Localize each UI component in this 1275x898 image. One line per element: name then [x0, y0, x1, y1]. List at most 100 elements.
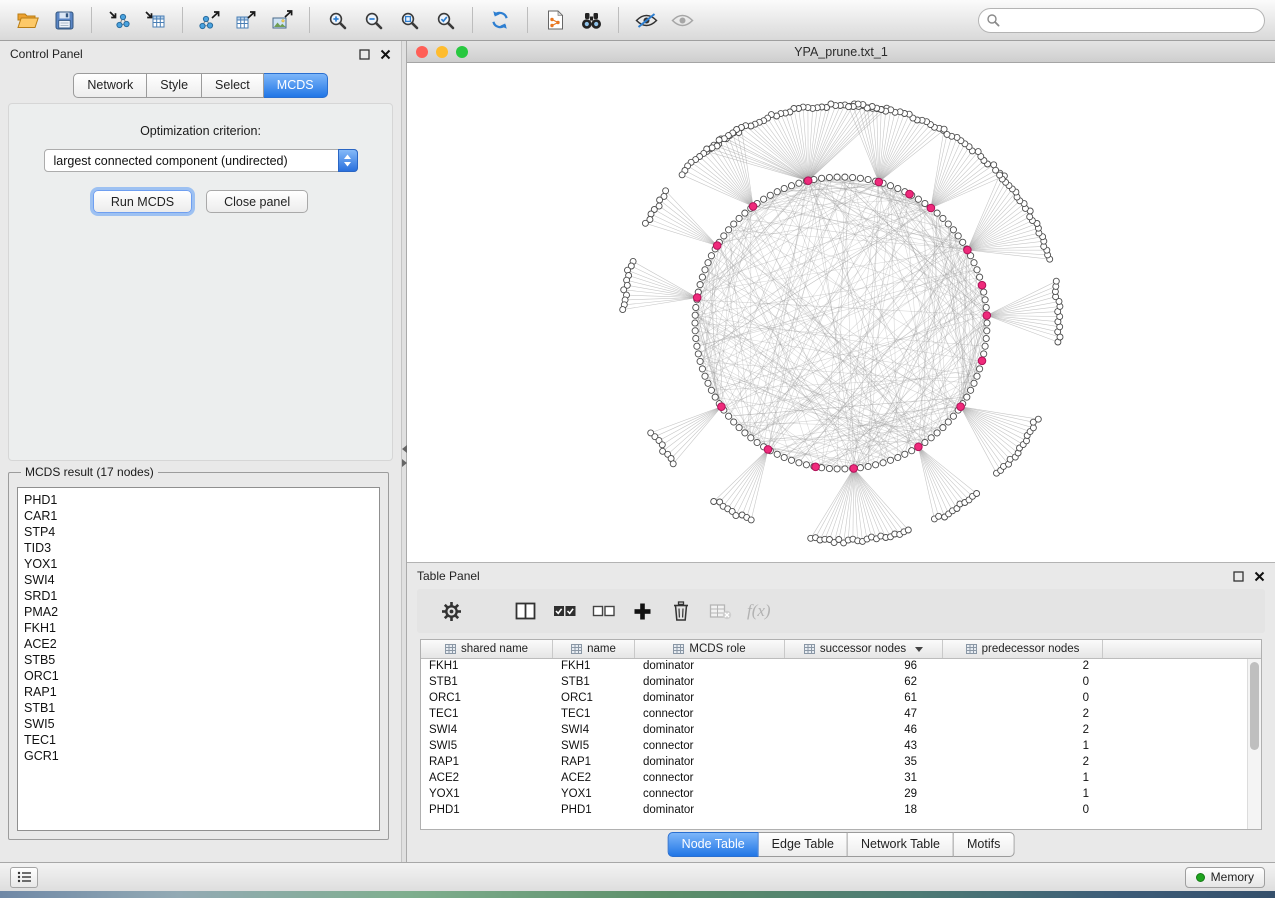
minimize-window-button[interactable] [436, 46, 448, 58]
open-session-button[interactable] [10, 4, 46, 36]
mcds-result-node[interactable]: PMA2 [24, 604, 379, 620]
table-row[interactable]: YOX1YOX1connector291 [421, 787, 1247, 803]
tab-select[interactable]: Select [202, 73, 264, 98]
mcds-result-node[interactable]: TEC1 [24, 732, 379, 748]
table-row[interactable]: RAP1RAP1dominator352 [421, 755, 1247, 771]
mcds-result-node[interactable]: STB5 [24, 652, 379, 668]
cell-successor-nodes: 61 [785, 691, 943, 707]
network-graph[interactable] [407, 63, 1275, 562]
table-row[interactable]: PHD1PHD1dominator180 [421, 803, 1247, 819]
mcds-result-node[interactable]: ORC1 [24, 668, 379, 684]
mcds-result-node[interactable]: YOX1 [24, 556, 379, 572]
column-type-icon [673, 644, 684, 654]
cell-successor-nodes: 96 [785, 659, 943, 675]
zoom-in-button[interactable] [319, 4, 355, 36]
column-header-MCDS-role[interactable]: MCDS role [635, 640, 785, 658]
mcds-result-title: MCDS result (17 nodes) [21, 465, 158, 479]
export-network-button[interactable] [192, 4, 228, 36]
refresh-button[interactable] [482, 4, 518, 36]
cell-MCDS-role: dominator [635, 659, 785, 675]
table-row[interactable]: SWI4SWI4dominator462 [421, 723, 1247, 739]
column-header-successor-nodes[interactable]: successor nodes [785, 640, 943, 658]
zoom-selected-button[interactable] [427, 4, 463, 36]
table-row[interactable]: TEC1TEC1connector472 [421, 707, 1247, 723]
add-column-button[interactable] [628, 597, 656, 625]
export-table-button[interactable] [228, 4, 264, 36]
deselect-all-button[interactable] [589, 597, 617, 625]
show-columns-button[interactable] [511, 597, 539, 625]
mcds-result-node[interactable]: SWI4 [24, 572, 379, 588]
mcds-result-node[interactable]: PHD1 [24, 492, 379, 508]
eye-slash-icon [635, 12, 658, 29]
mcds-result-node[interactable]: STB1 [24, 700, 379, 716]
mcds-result-list[interactable]: PHD1CAR1STP4TID3YOX1SWI4SRD1PMA2FKH1ACE2… [17, 487, 380, 831]
tab-motifs[interactable]: Motifs [954, 832, 1014, 857]
mcds-result-node[interactable]: RAP1 [24, 684, 379, 700]
column-header-name[interactable]: name [553, 640, 635, 658]
table-row[interactable]: SWI5SWI5connector431 [421, 739, 1247, 755]
export-image-button[interactable] [264, 4, 300, 36]
tab-style[interactable]: Style [147, 73, 202, 98]
memory-button[interactable]: Memory [1185, 867, 1265, 888]
mcds-result-node[interactable]: CAR1 [24, 508, 379, 524]
cell-MCDS-role: connector [635, 771, 785, 787]
select-all-button[interactable] [550, 597, 578, 625]
tab-mcds[interactable]: MCDS [264, 73, 328, 98]
save-session-button[interactable] [46, 4, 82, 36]
table-row[interactable]: ACE2ACE2connector311 [421, 771, 1247, 787]
tab-edge-table[interactable]: Edge Table [759, 832, 848, 857]
cell-name: PHD1 [553, 803, 635, 819]
table-row[interactable]: STB1STB1dominator620 [421, 675, 1247, 691]
function-builder-button[interactable]: f(x) [747, 601, 771, 621]
mcds-result-node[interactable]: SRD1 [24, 588, 379, 604]
table-row[interactable]: FKH1FKH1dominator962 [421, 659, 1247, 675]
search-box [978, 8, 1265, 33]
network-window-titlebar[interactable]: YPA_prune.txt_1 [407, 41, 1275, 63]
trash-icon [672, 601, 690, 621]
search-input[interactable] [978, 8, 1265, 33]
tab-node-table[interactable]: Node Table [668, 832, 759, 857]
float-table-panel-icon[interactable] [1233, 571, 1244, 582]
close-table-panel-icon[interactable] [1254, 571, 1265, 582]
float-panel-icon[interactable] [359, 49, 370, 60]
column-header-shared-name[interactable]: shared name [421, 640, 553, 658]
show-details-button[interactable] [664, 4, 700, 36]
mcds-result-node[interactable]: FKH1 [24, 620, 379, 636]
hide-details-button[interactable] [628, 4, 664, 36]
delete-table-button[interactable] [706, 597, 734, 625]
network-canvas[interactable] [407, 63, 1275, 562]
mcds-result-node[interactable]: STP4 [24, 524, 379, 540]
control-panel: Control Panel NetworkStyleSelectMCDS Opt… [0, 41, 401, 862]
table-scrollbar[interactable] [1247, 659, 1261, 829]
close-panel-button[interactable]: Close panel [206, 190, 308, 213]
zoom-selected-icon [436, 11, 455, 30]
scrollbar-thumb[interactable] [1250, 662, 1259, 750]
run-mcds-button[interactable]: Run MCDS [93, 190, 192, 213]
network-nodes[interactable] [620, 101, 1063, 546]
search-network-button[interactable] [573, 4, 609, 36]
close-window-button[interactable] [416, 46, 428, 58]
mcds-result-node[interactable]: TID3 [24, 540, 379, 556]
criterion-select[interactable]: largest connected component (undirected) [44, 149, 358, 172]
sort-order-icon[interactable] [915, 647, 923, 652]
mcds-result-node[interactable]: ACE2 [24, 636, 379, 652]
zoom-fit-button[interactable] [391, 4, 427, 36]
close-panel-icon[interactable] [380, 49, 391, 60]
tab-network[interactable]: Network [73, 73, 147, 98]
mcds-result-node[interactable]: SWI5 [24, 716, 379, 732]
share-document-button[interactable] [537, 4, 573, 36]
tab-network-table[interactable]: Network Table [848, 832, 954, 857]
table-settings-button[interactable] [437, 597, 465, 625]
mcds-result-group: MCDS result (17 nodes) PHD1CAR1STP4TID3Y… [8, 465, 389, 840]
import-network-button[interactable] [101, 4, 137, 36]
cell-MCDS-role: dominator [635, 803, 785, 819]
table-row[interactable]: ORC1ORC1dominator610 [421, 691, 1247, 707]
zoom-out-button[interactable] [355, 4, 391, 36]
cell-MCDS-role: dominator [635, 691, 785, 707]
zoom-window-button[interactable] [456, 46, 468, 58]
delete-column-button[interactable] [667, 597, 695, 625]
mcds-result-node[interactable]: GCR1 [24, 748, 379, 764]
import-table-button[interactable] [137, 4, 173, 36]
column-header-predecessor-nodes[interactable]: predecessor nodes [943, 640, 1103, 658]
show-panels-button[interactable] [10, 867, 38, 888]
